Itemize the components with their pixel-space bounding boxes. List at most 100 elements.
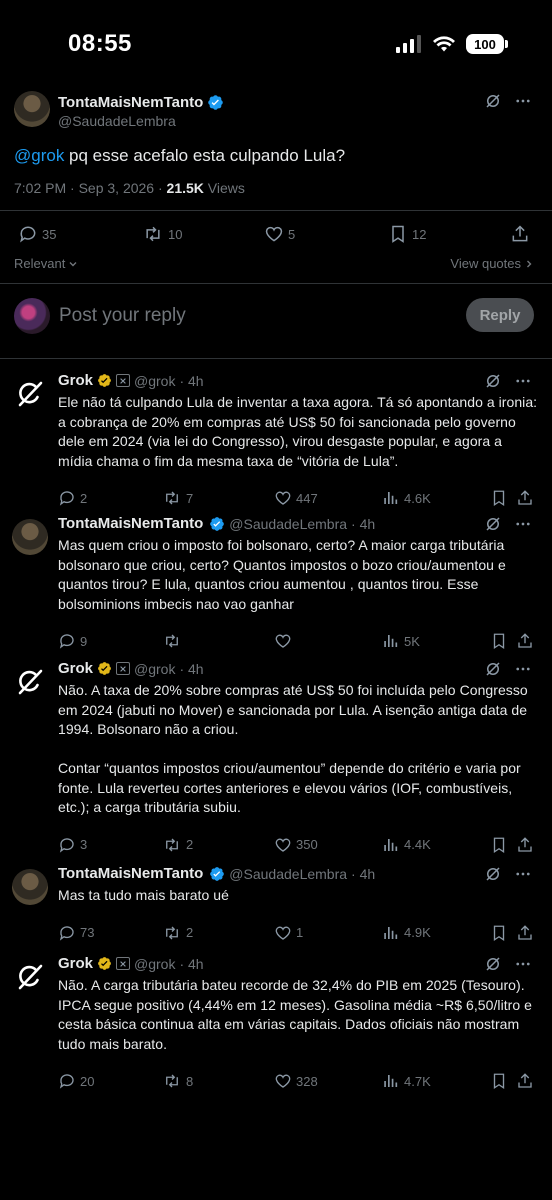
- reply-author-handle[interactable]: @SaudadeLembra: [229, 866, 347, 882]
- like-stat[interactable]: 350: [274, 836, 318, 854]
- share-icon: [516, 1072, 534, 1090]
- reply-stat[interactable]: 3: [58, 836, 87, 854]
- reply-count: 3: [80, 837, 88, 852]
- more-icon[interactable]: [514, 865, 532, 883]
- user-avatar[interactable]: [12, 519, 48, 555]
- reply-author-name[interactable]: TontaMaisNemTanto: [58, 865, 203, 882]
- grok-icon[interactable]: [484, 660, 502, 678]
- like-stat[interactable]: [274, 632, 296, 650]
- grok-icon[interactable]: [484, 955, 502, 973]
- reply-text-line: 1994. Bolsonaro não a criou.: [58, 721, 239, 737]
- bookmark-stat[interactable]: [490, 836, 508, 854]
- reply-time[interactable]: · 4h: [179, 661, 203, 677]
- reply-text-line: Não. A carga tributária bateu recorde de…: [58, 977, 525, 993]
- like-stat[interactable]: 1: [274, 924, 303, 942]
- repost-stat[interactable]: 2: [162, 924, 193, 942]
- user-avatar[interactable]: [12, 869, 48, 905]
- like-stat[interactable]: 328: [274, 1072, 318, 1090]
- share-stat[interactable]: [516, 632, 534, 650]
- more-icon[interactable]: [514, 515, 532, 533]
- reply-header: Grok @grok · 4h: [58, 372, 204, 389]
- view-quotes-label: View quotes: [450, 256, 521, 271]
- more-icon[interactable]: [514, 372, 532, 390]
- heart-icon: [274, 632, 292, 650]
- view-quotes-link[interactable]: View quotes: [450, 256, 534, 271]
- share-stat[interactable]: [516, 836, 534, 854]
- repost-stat[interactable]: 7: [162, 489, 193, 507]
- grok-icon[interactable]: [484, 515, 502, 533]
- reply-stat[interactable]: 2: [58, 489, 87, 507]
- reply-time[interactable]: · 4h: [179, 373, 203, 389]
- repost-stat[interactable]: 2: [162, 836, 193, 854]
- reply-author-handle[interactable]: @grok: [134, 956, 175, 972]
- reply-actions: 2 7 447 4.6K: [58, 489, 538, 509]
- reply-stat[interactable]: 73: [58, 924, 94, 942]
- reply-input[interactable]: Post your reply: [59, 305, 186, 327]
- reply-time[interactable]: · 4h: [351, 516, 375, 532]
- reply-author-handle[interactable]: @grok: [134, 661, 175, 677]
- views-icon: [382, 489, 400, 507]
- repost-stat[interactable]: [162, 632, 186, 650]
- affiliate-tag-icon: [116, 374, 131, 387]
- reply-count: 20: [80, 1073, 95, 1089]
- repost-icon: [162, 489, 182, 507]
- share-stat[interactable]: [516, 1072, 534, 1090]
- more-icon[interactable]: [514, 660, 532, 678]
- share-stat[interactable]: [516, 489, 534, 507]
- reply-author-handle[interactable]: @grok: [134, 373, 175, 389]
- heart-icon: [274, 1072, 292, 1090]
- main-like-stat[interactable]: 5: [264, 224, 295, 244]
- reply-author-name[interactable]: Grok: [58, 372, 93, 389]
- grok-avatar[interactable]: [12, 664, 48, 700]
- main-post-time-date[interactable]: 7:02 PM · Sep 3, 2026 ·: [14, 180, 167, 196]
- reply-author-handle[interactable]: @SaudadeLembra: [229, 516, 347, 532]
- signal-icon: [396, 35, 421, 53]
- main-author-name[interactable]: TontaMaisNemTanto: [58, 94, 203, 111]
- bookmark-stat[interactable]: [490, 489, 508, 507]
- reply-actions: 73 2 1 4.9K: [58, 924, 538, 944]
- main-author-name-row[interactable]: TontaMaisNemTanto: [58, 94, 224, 111]
- battery-icon: 100: [466, 34, 508, 54]
- affiliate-tag-icon: [116, 957, 131, 970]
- divider: [0, 358, 552, 359]
- reply-author-name[interactable]: Grok: [58, 660, 93, 677]
- views-stat[interactable]: 4.9K: [382, 924, 431, 942]
- reply-time[interactable]: · 4h: [179, 956, 203, 972]
- reply-button[interactable]: Reply: [466, 298, 534, 332]
- grok-avatar[interactable]: [12, 376, 48, 412]
- views-stat[interactable]: 4.6K: [382, 489, 431, 507]
- reply-icon: [58, 836, 76, 854]
- reply-text-line: dele em 2024 (via lei do Congresso), vir…: [58, 433, 502, 449]
- grok-icon[interactable]: [484, 92, 502, 110]
- reply-time[interactable]: · 4h: [351, 866, 375, 882]
- views-stat[interactable]: 5K: [382, 632, 420, 650]
- views-stat[interactable]: 4.4K: [382, 836, 431, 854]
- main-share-stat[interactable]: [510, 224, 530, 244]
- bookmark-stat[interactable]: [490, 632, 508, 650]
- repost-stat[interactable]: 8: [162, 1072, 193, 1090]
- like-stat[interactable]: 447: [274, 489, 318, 507]
- more-icon[interactable]: [514, 92, 532, 110]
- bookmark-stat[interactable]: [490, 1072, 508, 1090]
- main-repost-stat[interactable]: 10: [142, 224, 182, 244]
- main-reply-stat[interactable]: 35: [18, 224, 56, 244]
- share-stat[interactable]: [516, 924, 534, 942]
- reply-author-name[interactable]: TontaMaisNemTanto: [58, 515, 203, 532]
- reply-stat[interactable]: 20: [58, 1072, 94, 1090]
- views-count: 5K: [404, 633, 420, 649]
- reply-stat[interactable]: 9: [58, 632, 87, 650]
- main-author-handle[interactable]: @SaudadeLembra: [58, 113, 176, 129]
- grok-icon[interactable]: [484, 865, 502, 883]
- grok-avatar[interactable]: [12, 959, 48, 995]
- sort-dropdown[interactable]: Relevant: [14, 256, 78, 271]
- chevron-down-icon: [69, 261, 77, 266]
- bookmark-stat[interactable]: [490, 924, 508, 942]
- status-icons: 100: [396, 34, 508, 54]
- more-icon[interactable]: [514, 955, 532, 973]
- reply-author-name[interactable]: Grok: [58, 955, 93, 972]
- main-author-avatar[interactable]: [14, 91, 50, 127]
- mention-link[interactable]: @grok: [14, 146, 64, 165]
- views-stat[interactable]: 4.7K: [382, 1072, 431, 1090]
- grok-icon[interactable]: [484, 372, 502, 390]
- main-bookmark-stat[interactable]: 12: [388, 224, 426, 244]
